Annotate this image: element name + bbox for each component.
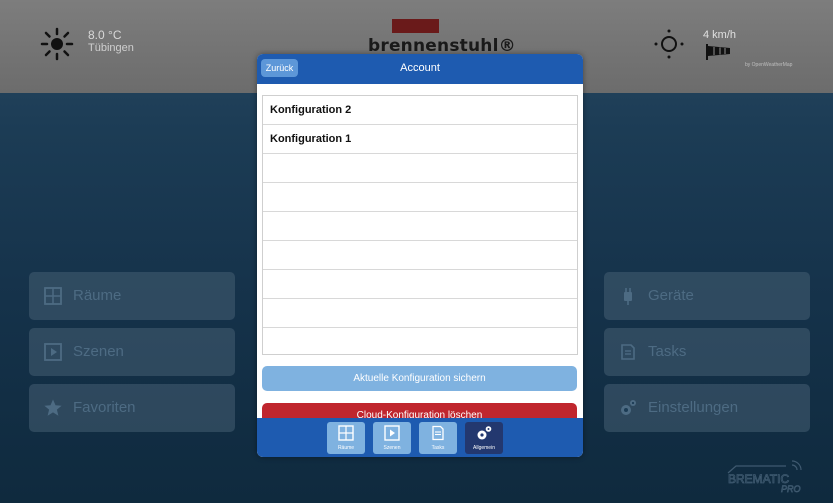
gears-icon [477,426,492,440]
nav-raeume[interactable]: Räume [327,422,365,454]
tasks-icon [621,344,635,360]
rooms-icon [338,425,354,441]
tile-label: Einstellungen [648,399,739,416]
city-name: Tübingen [88,42,134,54]
tile-label: Favoriten [73,399,136,416]
tile-szenen[interactable]: Szenen [29,328,235,376]
tasks-icon [432,425,444,441]
rooms-icon [44,287,62,305]
nav-tasks[interactable]: Tasks [419,422,457,454]
gears-icon [621,400,636,415]
weather-source: by OpenWeatherMap [745,62,793,68]
tile-einstellungen[interactable]: Einstellungen [604,384,810,432]
account-dialog: Zurück Account Konfiguration 2 Konfigura… [257,54,583,457]
plug-icon [624,288,632,305]
dialog-title: Account [400,62,440,74]
list-item [263,212,577,241]
play-icon [384,425,400,441]
config-label: Konfiguration 1 [270,133,352,145]
config-label: Konfiguration 2 [270,104,352,116]
tile-label: Szenen [73,343,124,360]
list-item [263,241,577,270]
sun-icon [40,27,74,61]
list-item[interactable]: Konfiguration 2 [263,96,577,125]
windsock-icon [706,44,730,60]
tile-favoriten[interactable]: Favoriten [29,384,235,432]
dialog-header: Zurück Account [257,54,583,84]
brand-logo-block [392,19,439,33]
list-item [263,183,577,212]
nav-label: Räume [337,445,355,451]
configuration-list: Konfiguration 2 Konfiguration 1 [262,95,578,355]
nav-label: Allgemein [473,445,495,451]
save-configuration-button[interactable]: Aktuelle Konfiguration sichern [262,366,577,391]
bottom-nav: Räume Szenen Tasks Allgemein [257,418,583,457]
nav-szenen[interactable]: Szenen [373,422,411,454]
sun-outline-icon [654,29,684,59]
list-item [263,299,577,328]
wind-speed: 4 km/h [703,29,737,41]
nav-label: Tasks [431,445,445,451]
weather-info: 8.0 °C Tübingen [88,29,134,55]
tile-label: Tasks [648,343,687,360]
list-item [263,270,577,299]
nav-label: Szenen [383,445,401,451]
list-item [263,154,577,183]
tile-raeume[interactable]: Räume [29,272,235,320]
tile-label: Geräte [648,287,694,304]
brand-logo: brennenstuhl® [368,36,516,56]
list-item[interactable]: Konfiguration 1 [263,125,577,154]
play-icon [44,343,62,361]
logo-subtext: PRO [781,484,801,493]
tile-geraete[interactable]: Geräte [604,272,810,320]
list-item [263,328,577,356]
tile-tasks[interactable]: Tasks [604,328,810,376]
star-icon [44,399,62,416]
brematic-pro-logo: BREMATIC PRO [728,460,802,493]
temperature: 8.0 °C [88,28,122,42]
tile-label: Räume [73,287,122,304]
nav-allgemein[interactable]: Allgemein [465,422,503,454]
